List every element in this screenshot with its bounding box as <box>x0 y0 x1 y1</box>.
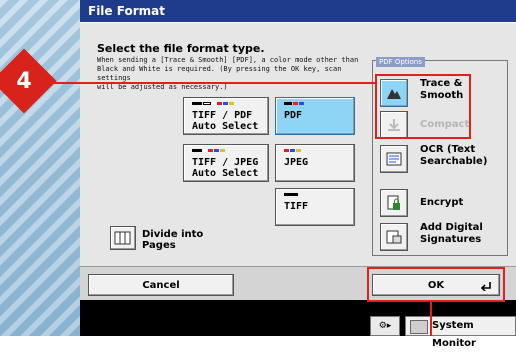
cancel-button[interactable]: Cancel <box>88 274 234 296</box>
tiff-jpeg-auto-button[interactable]: TIFF / JPEG Auto Select <box>183 144 269 182</box>
lock-icon <box>380 189 408 217</box>
window-title: File Format <box>80 0 516 22</box>
ocr-icon <box>380 145 408 173</box>
digital-signatures-option[interactable]: Add Digital Signatures <box>380 222 500 252</box>
pdf-format-button[interactable]: PDF <box>275 97 355 135</box>
tiff-jpeg-auto-label: TIFF / JPEG Auto Select <box>192 157 259 179</box>
pdf-options-title: PDF Options <box>376 57 425 67</box>
system-monitor-label: System Monitor <box>432 320 476 349</box>
tiff-format-label: TIFF <box>284 201 309 212</box>
divide-pages-label: Divide into Pages <box>142 229 204 251</box>
signature-icon <box>380 223 408 251</box>
tiff-pdf-auto-button[interactable]: TIFF / PDF Auto Select <box>183 97 269 135</box>
cancel-label: Cancel <box>142 280 180 291</box>
tiff-pdf-auto-label: TIFF / PDF Auto Select <box>192 110 259 132</box>
instruction-text: When sending a [Trace & Smooth] [PDF], a… <box>97 56 359 91</box>
divide-pages-icon <box>114 231 131 245</box>
file-type-icon <box>284 102 304 106</box>
ok-button-highlight <box>367 267 505 302</box>
ok-callout-line <box>430 302 432 336</box>
background-pattern <box>0 0 80 336</box>
ocr-option[interactable]: OCR (Text Searchable) <box>380 144 500 174</box>
divide-pages-button[interactable] <box>110 226 136 250</box>
trace-smooth-highlight <box>375 74 471 139</box>
page-heading: Select the file format type. <box>97 42 265 55</box>
ocr-label: OCR (Text Searchable) <box>420 144 488 167</box>
file-type-icon <box>284 193 298 197</box>
file-type-icon <box>192 149 225 153</box>
digital-signatures-label: Add Digital Signatures <box>420 222 483 245</box>
file-type-icon <box>192 102 234 106</box>
monitor-icon <box>410 320 428 334</box>
tiff-format-button[interactable]: TIFF <box>275 188 355 226</box>
encrypt-option[interactable]: Encrypt <box>380 188 500 218</box>
jpeg-format-label: JPEG <box>284 157 309 168</box>
pdf-format-label: PDF <box>284 110 303 121</box>
callout-line <box>40 82 377 84</box>
step-number: 4 <box>16 68 32 94</box>
counter-check-button[interactable]: ⚙▸ <box>370 316 400 336</box>
file-type-icon <box>284 149 301 153</box>
jpeg-format-button[interactable]: JPEG <box>275 144 355 182</box>
counter-icon: ⚙▸ <box>378 321 392 331</box>
encrypt-label: Encrypt <box>420 197 464 208</box>
system-monitor-button[interactable]: System Monitor <box>405 316 516 349</box>
